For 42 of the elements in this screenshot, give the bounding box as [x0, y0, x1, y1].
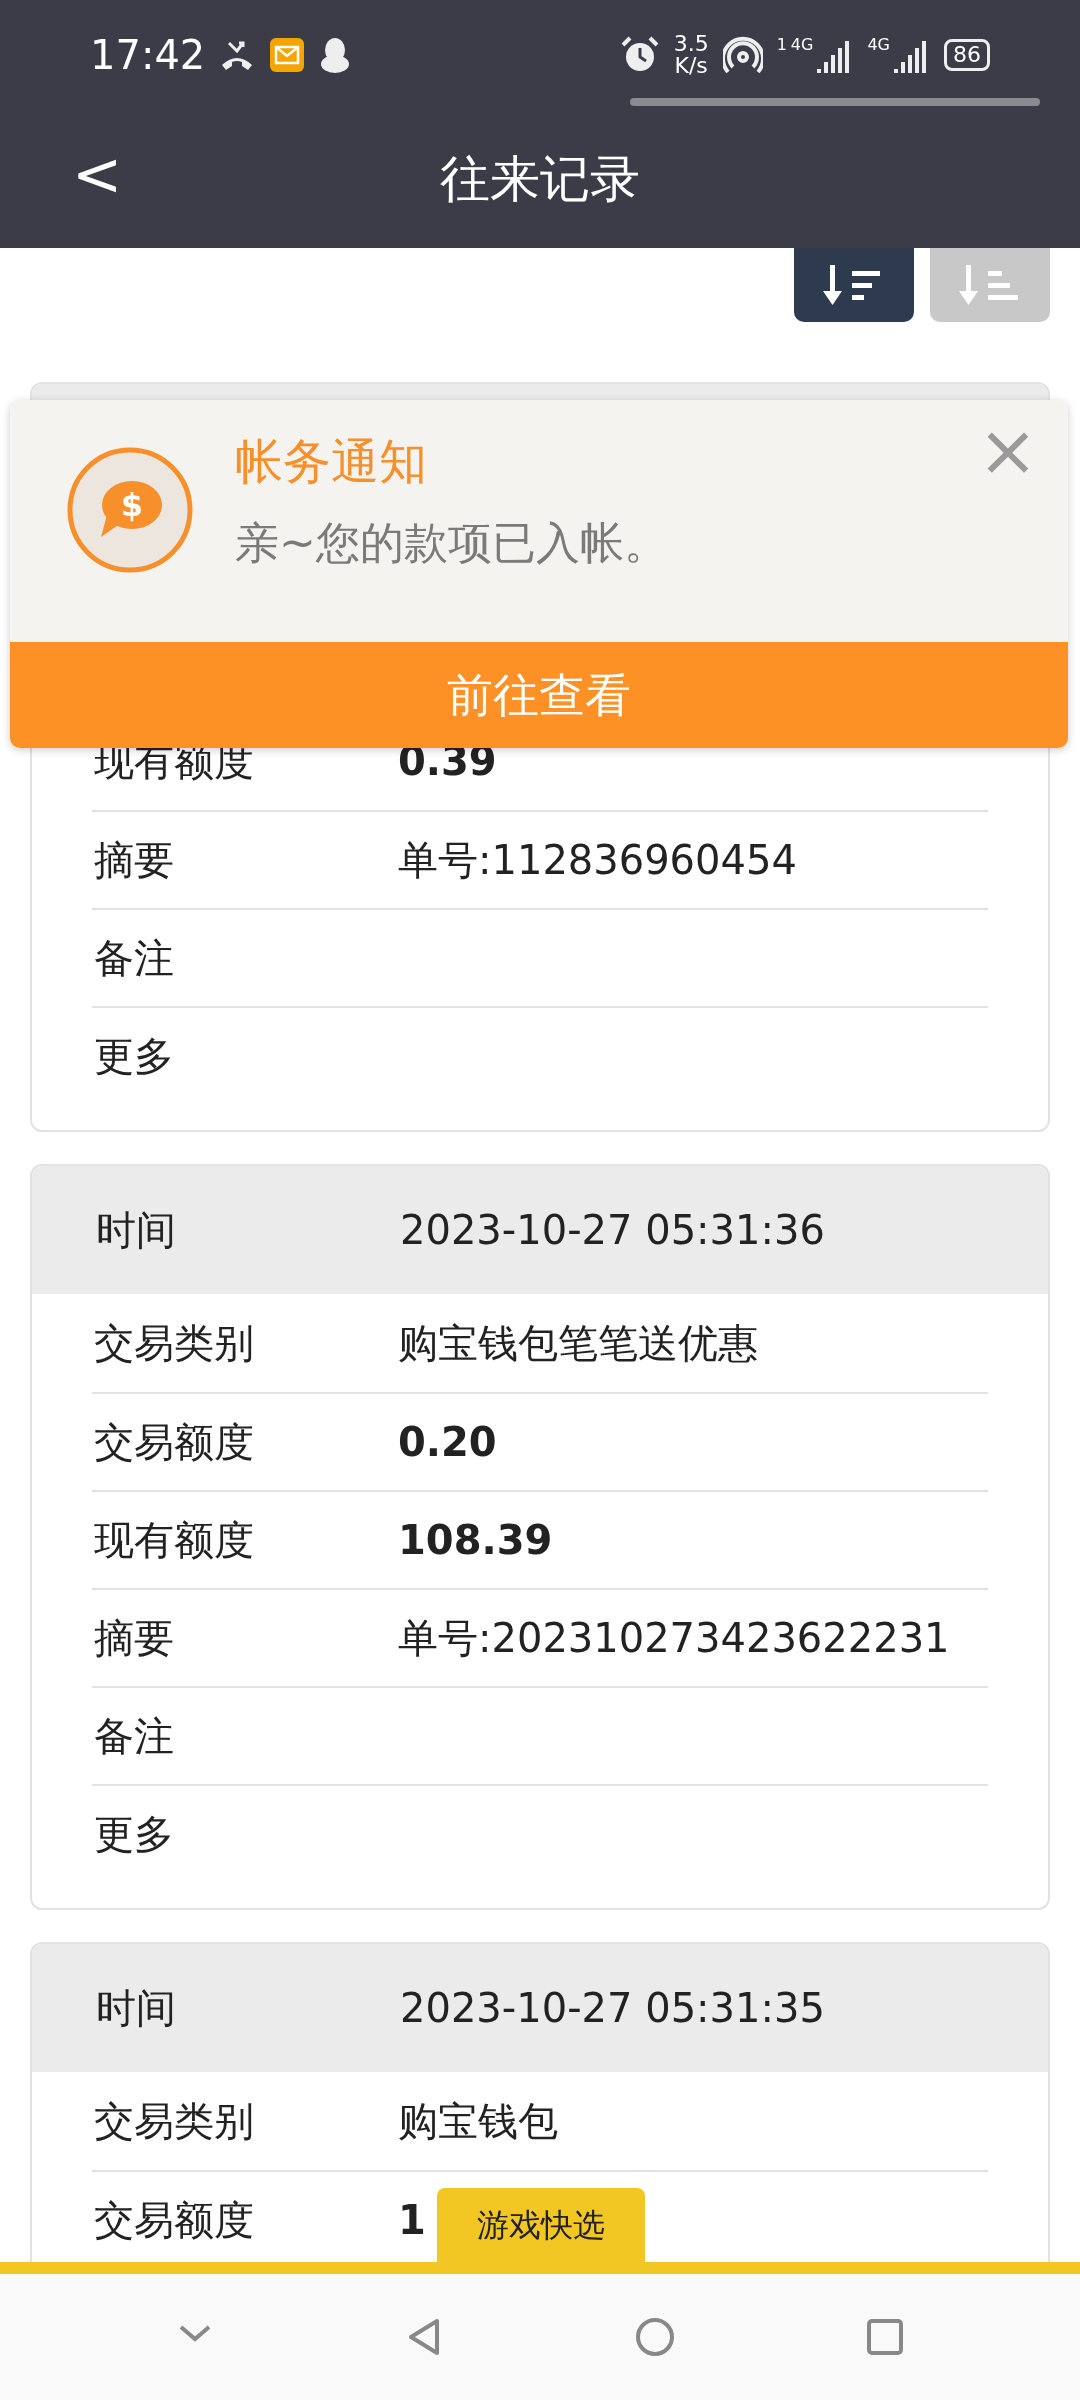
- field-label: 现有额度: [93, 1516, 255, 1565]
- currency-symbol: $: [120, 486, 144, 524]
- speed-unit: K/s: [674, 55, 708, 77]
- page-title: 往来记录: [440, 148, 640, 210]
- field-label: 备注: [93, 934, 175, 983]
- field-label: 摘要: [93, 1614, 175, 1663]
- recents-icon[interactable]: [865, 2317, 905, 2357]
- field-label: 更多: [93, 1810, 175, 1859]
- network-type-label: 4G: [790, 37, 814, 53]
- notification-message: 亲~您的款项已入帐。: [235, 516, 669, 571]
- hotspot-icon: [722, 35, 763, 75]
- field-value: 单号:112836960454: [398, 836, 797, 885]
- field-label: 时间: [95, 1984, 177, 2033]
- field-value: 购宝钱包笔笔送优惠: [398, 1319, 758, 1368]
- field-value: 1: [398, 2196, 426, 2245]
- field-value: 0.20: [398, 1418, 497, 1467]
- field-value: 2023-10-27 05:31:36: [400, 1206, 825, 1255]
- notification-title: 帐务通知: [235, 432, 427, 491]
- sort-button[interactable]: [794, 248, 914, 322]
- chat-bubble-icon: [101, 481, 162, 537]
- field-value: 单号:202310273423622231: [398, 1614, 950, 1663]
- field-label: 备注: [93, 1712, 175, 1761]
- field-value: 108.39: [398, 1516, 553, 1565]
- field-label: 摘要: [93, 836, 175, 885]
- field-value: 购宝钱包: [398, 2097, 558, 2146]
- field-label: 交易类别: [93, 2097, 255, 2146]
- field-label: 时间: [95, 1206, 177, 1255]
- penguin-icon: [319, 36, 352, 74]
- sim-slot-label: 1: [776, 37, 787, 53]
- field-label: 交易类别: [93, 1319, 255, 1368]
- back-button[interactable]: <: [72, 144, 123, 204]
- field-value: 2023-10-27 05:31:35: [400, 1984, 825, 2033]
- speed-value: 3.5: [673, 33, 709, 55]
- field-label: 更多: [93, 1032, 175, 1081]
- floating-tab[interactable]: 游戏快选: [437, 2188, 645, 2262]
- mail-icon: [269, 37, 306, 73]
- home-icon[interactable]: [635, 2317, 675, 2357]
- field-label: 交易额度: [93, 1418, 255, 1467]
- field-label: 交易额度: [93, 2196, 255, 2245]
- network-type-label: 4G: [867, 37, 890, 53]
- battery-level: 86: [944, 38, 990, 72]
- status-time: 17:42: [90, 31, 206, 80]
